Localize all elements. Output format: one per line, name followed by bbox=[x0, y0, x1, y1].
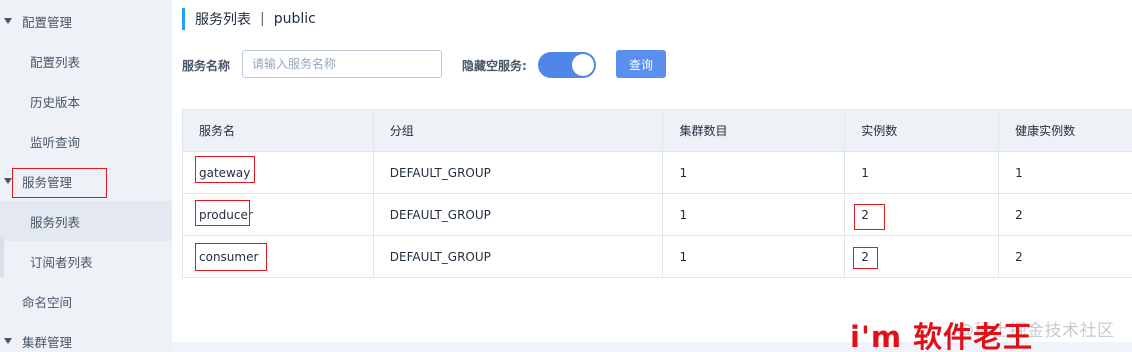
sidebar-item-label: 命名空间 bbox=[22, 294, 73, 310]
sidebar-group-cluster-management[interactable]: 集群管理 bbox=[0, 321, 172, 352]
sidebar-item-service-list[interactable]: 服务列表 bbox=[0, 201, 172, 241]
page-title-text: 服务列表 bbox=[195, 12, 251, 28]
cluster-count-cell: 1 bbox=[663, 152, 846, 193]
highlight-box bbox=[853, 247, 878, 269]
cluster-count-cell: 1 bbox=[663, 236, 846, 277]
service-name-input[interactable] bbox=[242, 50, 442, 78]
watermark-main: i'm 软件老王 bbox=[850, 320, 1034, 352]
table-row: gateway DEFAULT_GROUP 1 1 1 bbox=[183, 152, 1132, 194]
sidebar-item-label: 集群管理 bbox=[22, 334, 73, 350]
group-cell: DEFAULT_GROUP bbox=[374, 194, 664, 235]
group-cell: DEFAULT_GROUP bbox=[374, 152, 664, 193]
sidebar-item-label: 监听查询 bbox=[30, 134, 81, 150]
healthy-count-cell: 2 bbox=[1015, 207, 1023, 222]
table-row: producer DEFAULT_GROUP 1 2 2 bbox=[183, 194, 1132, 236]
sidebar-item-config-list[interactable]: 配置列表 bbox=[0, 41, 172, 81]
sidebar-item-label: 服务列表 bbox=[30, 214, 81, 230]
cluster-count-cell: 1 bbox=[663, 194, 846, 235]
sidebar-item-subscriber-list[interactable]: 订阅者列表 bbox=[0, 241, 172, 281]
service-name-label: 服务名称 bbox=[182, 59, 231, 73]
table-header-row: 服务名 分组 集群数目 实例数 健康实例数 bbox=[183, 110, 1132, 152]
hide-empty-toggle[interactable] bbox=[538, 52, 596, 78]
sidebar-item-label: 订阅者列表 bbox=[30, 254, 93, 270]
query-button[interactable]: 查询 bbox=[616, 50, 666, 78]
sidebar-item-label: 配置管理 bbox=[22, 14, 73, 30]
column-header-service-name[interactable]: 服务名 bbox=[183, 110, 374, 151]
column-header-healthy-count[interactable]: 健康实例数 bbox=[999, 110, 1132, 151]
title-separator: | bbox=[260, 11, 265, 27]
sidebar-item-namespace[interactable]: 命名空间 bbox=[0, 281, 172, 321]
highlight-box bbox=[195, 156, 255, 183]
sidebar-item-listener-query[interactable]: 监听查询 bbox=[0, 121, 172, 161]
healthy-count-cell: 1 bbox=[1015, 165, 1023, 180]
highlight-box bbox=[195, 243, 267, 271]
column-header-cluster-count[interactable]: 集群数目 bbox=[663, 110, 846, 151]
sidebar-item-label: 配置列表 bbox=[30, 54, 81, 70]
service-table: 服务名 分组 集群数目 实例数 健康实例数 gateway DEFAULT_GR… bbox=[182, 109, 1132, 278]
column-header-instance-count[interactable]: 实例数 bbox=[845, 110, 1000, 151]
table-row: consumer DEFAULT_GROUP 1 2 2 bbox=[183, 236, 1132, 278]
sidebar-item-label: 历史版本 bbox=[30, 94, 81, 110]
highlight-box bbox=[195, 200, 250, 226]
instance-count-cell: 1 bbox=[845, 152, 1000, 193]
sidebar-scroll-indicator bbox=[0, 237, 4, 277]
page-title: 服务列表 | public bbox=[182, 8, 316, 30]
column-header-group[interactable]: 分组 bbox=[374, 110, 664, 151]
chevron-down-icon bbox=[4, 338, 12, 344]
toggle-knob bbox=[572, 54, 594, 76]
namespace-label: public bbox=[273, 11, 316, 27]
highlight-box bbox=[854, 204, 885, 230]
sidebar-item-history-versions[interactable]: 历史版本 bbox=[0, 81, 172, 121]
chevron-down-icon bbox=[4, 178, 12, 184]
hide-empty-label: 隐藏空服务: bbox=[462, 59, 527, 73]
chevron-down-icon bbox=[4, 18, 12, 24]
healthy-count-cell: 2 bbox=[1015, 249, 1023, 264]
sidebar-group-config-management[interactable]: 配置管理 bbox=[0, 1, 172, 41]
highlight-box bbox=[12, 168, 107, 198]
group-cell: DEFAULT_GROUP bbox=[374, 236, 664, 277]
